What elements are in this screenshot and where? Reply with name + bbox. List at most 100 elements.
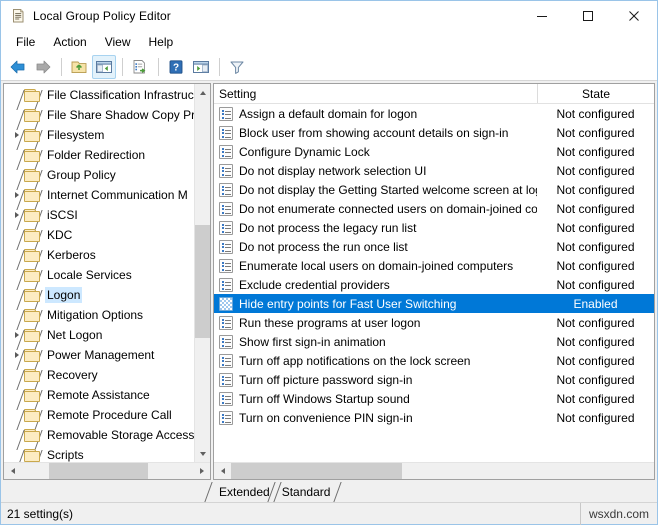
tree-item-label: Remote Procedure Call xyxy=(45,407,174,423)
show-hide-action-pane-button[interactable] xyxy=(189,55,213,79)
minimize-button[interactable] xyxy=(519,1,565,31)
tab-extended[interactable]: Extended xyxy=(213,482,274,502)
tree-hscroll-thumb[interactable] xyxy=(49,463,149,479)
column-header-state[interactable]: State xyxy=(537,84,654,103)
menu-action[interactable]: Action xyxy=(44,33,95,51)
table-row[interactable]: Turn off picture password sign-inNot con… xyxy=(214,370,654,389)
tree-item[interactable]: Group Policy xyxy=(4,165,194,185)
tree-scroll-thumb[interactable] xyxy=(195,225,210,339)
setting-name: Block user from showing account details … xyxy=(238,126,509,140)
tree-item[interactable]: Removable Storage Access xyxy=(4,425,194,445)
up-one-level-button[interactable] xyxy=(67,55,91,79)
folder-icon xyxy=(24,349,40,362)
tree-scroll-down-button[interactable] xyxy=(195,445,210,462)
export-list-button[interactable] xyxy=(128,55,152,79)
chevron-right-icon xyxy=(15,212,19,218)
table-row[interactable]: Configure Dynamic LockNot configured xyxy=(214,142,654,161)
help-button[interactable]: ? xyxy=(164,55,188,79)
tree-scroll-right-button[interactable] xyxy=(193,463,210,479)
table-row[interactable]: Enumerate local users on domain-joined c… xyxy=(214,256,654,275)
toolbar-separator-4 xyxy=(219,58,220,76)
table-row[interactable]: Do not process the run once listNot conf… xyxy=(214,237,654,256)
tab-standard[interactable]: Standard xyxy=(276,482,335,502)
tree-scroll-up-button[interactable] xyxy=(195,84,210,101)
table-row[interactable]: Hide entry points for Fast User Switchin… xyxy=(214,294,654,313)
toolbar-separator xyxy=(61,58,62,76)
tree-item[interactable]: KDC xyxy=(4,225,194,245)
table-row[interactable]: Do not process the legacy run listNot co… xyxy=(214,218,654,237)
console-tree-inner: File Classification Infrastruc File Share… xyxy=(4,84,210,462)
menu-help[interactable]: Help xyxy=(140,33,183,51)
table-row[interactable]: Do not enumerate connected users on doma… xyxy=(214,199,654,218)
tree-item[interactable]: Mitigation Options xyxy=(4,305,194,325)
folder-icon xyxy=(24,189,40,202)
tree-item[interactable]: Power Management xyxy=(4,345,194,365)
tree-scroll-track[interactable] xyxy=(195,101,210,445)
tree-item[interactable]: Locale Services xyxy=(4,265,194,285)
folder-icon xyxy=(24,149,40,162)
tree-item[interactable]: Remote Procedure Call xyxy=(4,405,194,425)
table-row[interactable]: Turn off Windows Startup soundNot config… xyxy=(214,389,654,408)
tree-item[interactable]: iSCSI xyxy=(4,205,194,225)
tree-item[interactable]: Kerberos xyxy=(4,245,194,265)
setting-name: Do not process the run once list xyxy=(238,240,409,254)
list-hscroll-thumb[interactable] xyxy=(231,463,402,479)
folder-icon xyxy=(24,209,40,222)
folder-icon xyxy=(24,289,40,302)
tree-item-label: KDC xyxy=(45,227,74,243)
state-value: Not configured xyxy=(555,259,635,273)
column-header-setting[interactable]: Setting xyxy=(214,84,537,103)
tree-item[interactable]: File Classification Infrastruc xyxy=(4,85,194,105)
policy-setting-icon xyxy=(219,392,233,406)
state-value: Not configured xyxy=(555,278,635,292)
list-horizontal-scrollbar[interactable] xyxy=(214,462,654,479)
menu-file[interactable]: File xyxy=(7,33,44,51)
table-row[interactable]: Block user from showing account details … xyxy=(214,123,654,142)
filter-button[interactable] xyxy=(225,55,249,79)
tree-item[interactable]: Remote Assistance xyxy=(4,385,194,405)
tree-hscroll-track[interactable] xyxy=(21,463,193,479)
policy-setting-icon xyxy=(219,354,233,368)
table-row[interactable]: Turn on convenience PIN sign-inNot confi… xyxy=(214,408,654,427)
table-row[interactable]: Turn off app notifications on the lock s… xyxy=(214,351,654,370)
tree-item[interactable]: Scripts xyxy=(4,445,194,462)
tree-item[interactable]: Folder Redirection xyxy=(4,145,194,165)
table-row[interactable]: Do not display network selection UINot c… xyxy=(214,161,654,180)
console-tree-list[interactable]: File Classification Infrastruc File Share… xyxy=(4,84,194,462)
tree-item[interactable]: Filesystem xyxy=(4,125,194,145)
policy-setting-icon xyxy=(219,297,233,311)
table-row[interactable]: Show first sign-in animationNot configur… xyxy=(214,332,654,351)
tree-horizontal-scrollbar[interactable] xyxy=(4,462,210,479)
tree-vertical-scrollbar[interactable] xyxy=(194,84,210,462)
close-icon xyxy=(628,10,640,22)
table-row[interactable]: Do not display the Getting Started welco… xyxy=(214,180,654,199)
tree-item[interactable]: Net Logon xyxy=(4,325,194,345)
table-row[interactable]: Run these programs at user logonNot conf… xyxy=(214,313,654,332)
table-row[interactable]: Assign a default domain for logonNot con… xyxy=(214,104,654,123)
list-hscroll-track[interactable] xyxy=(231,463,637,479)
cell-state: Not configured xyxy=(537,278,654,292)
chevron-right-icon xyxy=(15,192,19,198)
tab-extended-label: Extended xyxy=(219,485,270,499)
maximize-button[interactable] xyxy=(565,1,611,31)
show-hide-console-tree-button[interactable] xyxy=(92,55,116,79)
settings-list-body[interactable]: Assign a default domain for logonNot con… xyxy=(214,104,654,462)
tree-item[interactable]: Recovery xyxy=(4,365,194,385)
close-button[interactable] xyxy=(611,1,657,31)
toolbar: ? xyxy=(1,53,657,81)
table-row[interactable]: Exclude credential providersNot configur… xyxy=(214,275,654,294)
list-scroll-left-button[interactable] xyxy=(214,463,231,479)
tree-item[interactable]: Internet Communication M xyxy=(4,185,194,205)
back-button[interactable] xyxy=(6,55,30,79)
menu-view[interactable]: View xyxy=(96,33,140,51)
state-value: Enabled xyxy=(572,297,618,311)
forward-button[interactable] xyxy=(31,55,55,79)
filter-icon xyxy=(228,59,246,75)
tree-item-label: File Classification Infrastruc xyxy=(45,87,194,103)
policy-setting-icon xyxy=(219,164,233,178)
folder-icon xyxy=(24,229,40,242)
tree-item[interactable]: Logon xyxy=(4,285,194,305)
tree-item[interactable]: File Share Shadow Copy Prc xyxy=(4,105,194,125)
tree-scroll-left-button[interactable] xyxy=(4,463,21,479)
state-value: Not configured xyxy=(555,335,635,349)
